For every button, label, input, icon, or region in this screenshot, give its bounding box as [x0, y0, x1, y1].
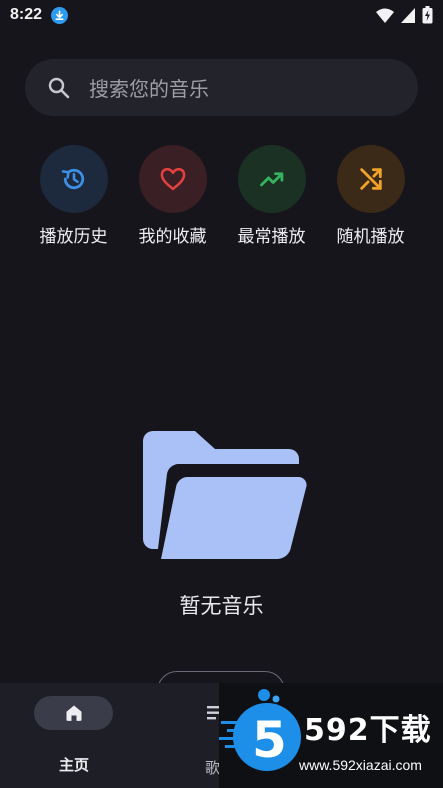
folder-open-icon	[143, 431, 307, 559]
quick-action-favorites[interactable]: 我的收藏	[123, 145, 222, 255]
watermark-url: www.592xiazai.com	[299, 757, 422, 773]
shuffle-icon	[359, 168, 382, 190]
quick-actions: 播放历史 我的收藏 最常播放 随机播放	[24, 145, 420, 255]
history-button[interactable]	[39, 145, 108, 213]
nav-home-label: 主页	[58, 756, 89, 774]
quick-action-history[interactable]: 播放历史	[24, 145, 123, 255]
trending-up-icon	[259, 172, 283, 187]
empty-state-text: 暂无音乐	[179, 594, 264, 618]
nav-home-indicator[interactable]	[34, 696, 113, 730]
search-bar[interactable]: 搜索您的音乐	[25, 59, 418, 116]
signal-icon	[401, 7, 415, 23]
watermark-logo-char: 5	[252, 711, 287, 769]
nav-item-home[interactable]: 主页	[34, 696, 114, 775]
status-icons	[376, 6, 433, 24]
home-icon	[66, 705, 81, 721]
quick-action-label: 随机播放	[336, 227, 405, 247]
download-notification-icon	[51, 6, 69, 24]
wifi-icon	[376, 8, 394, 23]
quick-action-most-played[interactable]: 最常播放	[222, 145, 321, 255]
search-placeholder: 搜索您的音乐	[89, 77, 209, 101]
quick-action-shuffle[interactable]: 随机播放	[321, 145, 420, 255]
favorites-button[interactable]	[138, 145, 207, 213]
status-bar: 8:22	[0, 0, 443, 30]
quick-action-label: 最常播放	[237, 227, 306, 247]
shuffle-button[interactable]	[336, 145, 405, 213]
quick-action-label: 我的收藏	[138, 227, 207, 247]
history-icon	[61, 168, 84, 190]
battery-icon	[422, 6, 433, 24]
most-played-button[interactable]	[237, 145, 306, 213]
status-time: 8:22	[10, 6, 43, 23]
quick-action-label: 播放历史	[39, 227, 108, 247]
watermark-brand: 592下载	[304, 713, 432, 748]
watermark-logo: 5	[219, 689, 301, 771]
search-icon	[48, 77, 70, 98]
heart-icon	[160, 167, 185, 191]
watermark: 5 592下载 www.592xiazai.com	[219, 683, 443, 788]
